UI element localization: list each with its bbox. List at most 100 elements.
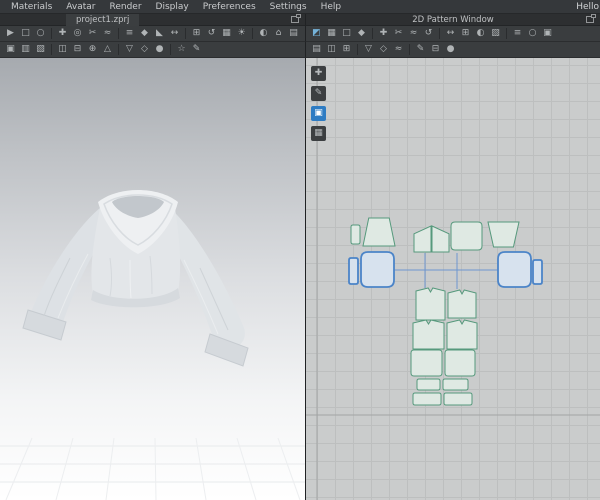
grid-view-icon[interactable]: ⊞: [190, 27, 203, 40]
toolbar-separator: [170, 44, 171, 55]
popout-icon[interactable]: [586, 14, 596, 23]
light-view-icon[interactable]: ☀: [235, 27, 248, 40]
lasso-select-icon[interactable]: ○: [34, 27, 47, 40]
edit-pattern-icon[interactable]: ▦: [325, 27, 338, 40]
pattern-piece-collar-left[interactable]: [413, 225, 432, 253]
3d-viewport[interactable]: [0, 58, 306, 500]
pattern-piece-left-cuff[interactable]: [348, 257, 359, 285]
texture-view-icon[interactable]: ▦: [220, 27, 233, 40]
pattern-piece-front-upper-right[interactable]: [447, 289, 477, 319]
pattern-piece-front-upper-left[interactable]: [415, 287, 446, 321]
popout-icon[interactable]: [291, 14, 301, 23]
show-strain-icon[interactable]: ▽: [123, 43, 136, 56]
scissors-icon[interactable]: ✂: [86, 27, 99, 40]
edit-curvature-icon[interactable]: ◆: [355, 27, 368, 40]
menu-help[interactable]: Help: [314, 2, 349, 12]
pattern-piece-right-cuff[interactable]: [532, 259, 543, 285]
show-garment-icon[interactable]: ▣: [4, 43, 17, 56]
show-texture-2d-icon[interactable]: ◐: [474, 27, 487, 40]
texture-editor-icon[interactable]: ▦: [311, 126, 326, 141]
sync-3d-icon[interactable]: ▣: [311, 106, 326, 121]
pattern-piece-front-mid-left[interactable]: [412, 319, 445, 350]
right-panel-header: 2D Pattern Window: [306, 14, 600, 26]
seam-tape-icon[interactable]: ≈: [392, 43, 405, 56]
mirror-pattern-icon[interactable]: ↔: [444, 27, 457, 40]
fold-arrange-icon[interactable]: ◣: [153, 27, 166, 40]
grading-icon[interactable]: ⊞: [340, 43, 353, 56]
show-stress-icon[interactable]: ◇: [138, 43, 151, 56]
show-pins-icon[interactable]: ⊟: [71, 43, 84, 56]
show-fit-icon[interactable]: ●: [153, 43, 166, 56]
notch-tool-icon[interactable]: ▽: [362, 43, 375, 56]
snap-grid-icon[interactable]: ⊞: [459, 27, 472, 40]
circle-pattern-icon[interactable]: ○: [526, 27, 539, 40]
pattern-piece-hem-band-right[interactable]: [443, 392, 473, 406]
pattern-piece-right-sleeve-cap[interactable]: [487, 221, 520, 248]
pattern-piece-collar-right[interactable]: [431, 225, 450, 253]
menu-display[interactable]: Display: [149, 2, 196, 12]
3d-scene: [0, 190, 305, 500]
pattern-piece-left-sleeve-lower[interactable]: [360, 251, 395, 288]
pattern-piece-left-sleeve-cap[interactable]: [362, 217, 396, 247]
pattern-piece-back-yoke[interactable]: [450, 221, 483, 251]
pin-tool-icon[interactable]: ◆: [138, 27, 151, 40]
menubar: Materials Avatar Render Display Preferences S…: [0, 0, 600, 14]
pattern-piece-left-cuff-small[interactable]: [350, 224, 361, 245]
pattern-layer-icon[interactable]: ▧: [489, 27, 502, 40]
show-seams-icon[interactable]: ◫: [56, 43, 69, 56]
move-pin-icon[interactable]: ✚: [56, 27, 69, 40]
toolbar-separator: [409, 44, 410, 55]
unfold-pattern-icon[interactable]: ▤: [310, 43, 323, 56]
fold-pattern-icon[interactable]: ◫: [325, 43, 338, 56]
show-avatar-icon[interactable]: ▥: [19, 43, 32, 56]
reset-2d-view-icon[interactable]: ↺: [422, 27, 435, 40]
sew-2d-icon[interactable]: ≈: [407, 27, 420, 40]
toolbar-separator: [372, 28, 373, 39]
cut-pattern-icon[interactable]: ✂: [392, 27, 405, 40]
dart-tool-icon[interactable]: ◇: [377, 43, 390, 56]
pattern-piece-waistband-left[interactable]: [416, 378, 441, 391]
edit-point-icon[interactable]: □: [340, 27, 353, 40]
remove-tool-icon[interactable]: ⊟: [429, 43, 442, 56]
show-pattern-3d-icon[interactable]: ▧: [34, 43, 47, 56]
wind-display-icon[interactable]: ▤: [287, 27, 300, 40]
measure-icon[interactable]: ↔: [168, 27, 181, 40]
project-tab[interactable]: project1.zprj: [66, 13, 140, 26]
camera-view-icon[interactable]: ◐: [257, 27, 270, 40]
menu-preferences[interactable]: Preferences: [196, 2, 263, 12]
pattern-piece-waistband-right[interactable]: [442, 378, 469, 391]
simulate-icon[interactable]: ▶: [4, 27, 17, 40]
menu-settings[interactable]: Settings: [263, 2, 314, 12]
align-tool-icon[interactable]: ≡: [511, 27, 524, 40]
segment-sew-icon[interactable]: ≈: [101, 27, 114, 40]
add-point-icon[interactable]: ✚: [377, 27, 390, 40]
toolbar-separator: [51, 44, 52, 55]
zoom-tool-icon[interactable]: ◎: [71, 27, 84, 40]
garment[interactable]: [22, 190, 249, 367]
menu-render[interactable]: Render: [102, 2, 148, 12]
pattern-piece-front-lower-right[interactable]: [444, 349, 476, 377]
annotate-3d-icon[interactable]: ✎: [190, 43, 203, 56]
annotate-2d-icon[interactable]: ✎: [414, 43, 427, 56]
menu-avatar[interactable]: Avatar: [59, 2, 102, 12]
baste-tool-icon[interactable]: ●: [444, 43, 457, 56]
2d-pattern-viewport[interactable]: ✚ ✎ ▣ ▦: [306, 58, 600, 500]
pattern-piece-right-sleeve-lower[interactable]: [497, 251, 532, 288]
free-sew-icon[interactable]: ≡: [123, 27, 136, 40]
show-buttons-icon[interactable]: ⊕: [86, 43, 99, 56]
edit-pattern-side-icon[interactable]: ✎: [311, 86, 326, 101]
divider-tool-icon[interactable]: ✚: [311, 66, 326, 81]
show-fold-icon[interactable]: △: [101, 43, 114, 56]
pattern-piece-front-lower-left[interactable]: [410, 349, 443, 377]
rect-pattern-icon[interactable]: ▣: [541, 27, 554, 40]
pattern-piece-hem-band-left[interactable]: [412, 392, 442, 406]
pattern-piece-front-mid-right[interactable]: [446, 319, 478, 350]
mark-tool-icon[interactable]: ☆: [175, 43, 188, 56]
avatar-display-icon[interactable]: ⌂: [272, 27, 285, 40]
select-tool-icon[interactable]: □: [19, 27, 32, 40]
toolbar-2d-row2: ▤ ◫ ⊞ ▽ ◇ ≈ ✎ ⊟ ●: [306, 42, 600, 58]
toolbar-3d-row1: ▶ □ ○ ✚ ◎ ✂ ≈ ≡ ◆ ◣ ↔ ⊞ ↺ ▦ ☀ ◐ ⌂ ▤: [0, 26, 306, 42]
transform-pattern-icon[interactable]: ◩: [310, 27, 323, 40]
menu-materials[interactable]: Materials: [4, 2, 59, 12]
reset-view-icon[interactable]: ↺: [205, 27, 218, 40]
